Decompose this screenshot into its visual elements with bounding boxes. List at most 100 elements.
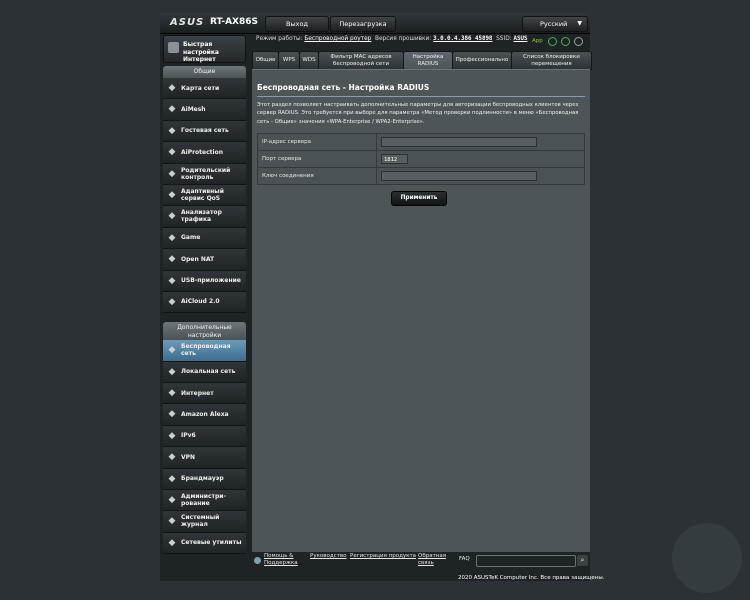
reboot-button[interactable]: Перезагрузка xyxy=(330,16,396,32)
tab[interactable]: WPS xyxy=(278,51,300,70)
qos-icon: ◆ xyxy=(168,189,176,200)
top-bar: ASUS RT-AX86S Выход Перезагрузка Русский… xyxy=(160,13,590,34)
network-map-icon: ◆ xyxy=(168,83,176,93)
general-title: Общие xyxy=(163,66,246,78)
sidebar-item[interactable]: ◆ Интернет xyxy=(163,383,246,405)
mode-link[interactable]: Беспроводной роутер xyxy=(304,36,371,42)
feedback-link[interactable]: Обратная связь xyxy=(418,553,450,567)
advanced-title: Дополнительные настройки xyxy=(163,322,246,341)
tools-icon: ◆ xyxy=(168,537,176,548)
firmware-link[interactable]: 3.0.0.4.386_45898 xyxy=(433,36,492,42)
tab[interactable]: Общие xyxy=(252,51,279,70)
router-admin-window: ASUS RT-AX86S Выход Перезагрузка Русский… xyxy=(160,13,592,581)
sidebar-item[interactable]: ◆ Анализатор трафика xyxy=(163,206,246,228)
ssid-link[interactable]: ASUS xyxy=(513,36,527,42)
copyright-text: 2020 ASUSTeK Computer Inc. Все права защ… xyxy=(458,575,605,581)
sidebar-item[interactable]: ◆ USB-приложение xyxy=(163,270,246,292)
form-row-server-port: Порт сервера 1812 xyxy=(257,150,585,168)
title-divider xyxy=(257,96,585,97)
gamepad-icon: ◆ xyxy=(168,232,176,243)
sidebar-item[interactable]: ◆ Гостевая сеть xyxy=(163,120,246,143)
sidebar-item-label: Гостевая сеть xyxy=(181,127,229,135)
tab[interactable]: Настройка RADIUS xyxy=(403,51,453,70)
sidebar-item-label: IPv6 xyxy=(181,432,196,440)
shield-icon: ◆ xyxy=(168,147,176,158)
form-row-server-ip: IP-адрес сервера xyxy=(257,133,585,151)
sidebar-item[interactable]: ◆ AiCloud 2.0 xyxy=(163,291,246,314)
radius-form: IP-адрес сервера Порт сервера 1812 Ключ … xyxy=(257,133,585,185)
sidebar-item[interactable]: ◆ Game xyxy=(163,227,246,250)
faq-label: FAQ xyxy=(459,556,470,562)
server-port-input[interactable]: 1812 xyxy=(381,154,408,164)
sidebar-item[interactable]: ◆ Локальная сеть xyxy=(163,361,246,384)
sidebar-item-label: Сетевые утилиты xyxy=(181,539,242,547)
model-name: RT-AX86S xyxy=(210,17,258,27)
sidebar-item[interactable]: ◆ Сетевые утилиты xyxy=(163,532,246,555)
apply-button[interactable]: Применить xyxy=(391,191,447,206)
connection-key-label: Ключ соединения xyxy=(257,167,377,185)
usb-icon: ◆ xyxy=(168,275,176,286)
app-link[interactable]: App xyxy=(532,38,543,44)
sidebar-item-label: Родительский контроль xyxy=(181,166,231,181)
server-ip-input[interactable] xyxy=(381,137,537,147)
sidebar-item[interactable]: ◆ Брандмауэр xyxy=(163,468,246,491)
sidebar-item-label: Администри-рование xyxy=(181,493,226,508)
firmware-label: Версия прошивки: xyxy=(375,36,432,42)
server-ip-label: IP-адрес сервера xyxy=(257,133,377,151)
tab[interactable]: Профессионально xyxy=(452,51,512,70)
search-icon[interactable]: ⌕ xyxy=(577,555,588,566)
sidebar-item[interactable]: ◆ Карта сети xyxy=(163,78,246,100)
connection-key-input[interactable] xyxy=(381,171,537,181)
sidebar-item[interactable]: ◆ Адаптивный сервис QoS xyxy=(163,184,246,207)
wifi-status-icon[interactable] xyxy=(561,37,570,46)
alexa-icon: ◆ xyxy=(168,409,176,420)
faq-search-input[interactable] xyxy=(476,555,576,567)
tab[interactable]: WDS xyxy=(299,51,319,70)
ipv6-icon: ◆ xyxy=(168,430,176,441)
usb-status-icon[interactable] xyxy=(574,37,583,46)
sidebar-item[interactable]: ◆ IPv6 xyxy=(163,425,246,448)
quick-setup-button[interactable]: Быстрая настройка Интернет xyxy=(163,35,246,63)
admin-icon: ◆ xyxy=(168,495,176,506)
sidebar-item[interactable]: ◆ Amazon Alexa xyxy=(163,404,246,426)
sidebar-item-label: Интернет xyxy=(181,389,214,397)
sidebar-item-label: Локальная сеть xyxy=(181,368,236,376)
sidebar-item-label: Карта сети xyxy=(181,84,220,92)
asus-logo: ASUS xyxy=(170,17,205,28)
sidebar-item-label: USB-приложение xyxy=(181,277,241,285)
traffic-analyzer-icon: ◆ xyxy=(168,211,176,222)
help-icon xyxy=(254,557,261,564)
sidebar-item[interactable]: ◆ Беспроводная сеть xyxy=(163,340,246,362)
quick-setup-label: Быстрая настройка Интернет xyxy=(183,41,219,63)
sidebar-item-label: Адаптивный сервис QoS xyxy=(181,187,224,202)
sidebar: Быстрая настройка Интернет Общие ◆ Карта … xyxy=(163,35,246,563)
sidebar-item[interactable]: ◆ Open NAT xyxy=(163,249,246,271)
sidebar-item-label: AiCloud 2.0 xyxy=(181,298,220,306)
help-support-link[interactable]: Помощь & Поддержка xyxy=(264,553,302,567)
manual-link[interactable]: Руководство xyxy=(310,553,347,559)
sidebar-item[interactable]: ◆ Родительский контроль xyxy=(163,163,246,185)
sidebar-item-label: Беспроводная сеть xyxy=(181,343,231,358)
tab-bar: Общие WPS WDS Фильтр MAC адресов беспроводн… xyxy=(252,51,592,70)
internet-status-icon[interactable] xyxy=(548,37,557,46)
vpn-icon: ◆ xyxy=(168,452,176,463)
sidebar-item-label: Анализатор трафика xyxy=(181,209,222,224)
sidebar-item[interactable]: ◆ AiProtection xyxy=(163,142,246,164)
lan-icon: ◆ xyxy=(168,366,176,377)
sidebar-item[interactable]: ◆ Системный журнал xyxy=(163,511,246,533)
sidebar-item[interactable]: ◆ AiMesh xyxy=(163,99,246,121)
tab[interactable]: Фильтр MAC адресов беспроводной сети xyxy=(318,51,404,70)
product-registration-link[interactable]: Регистрация продукта xyxy=(350,553,416,559)
tab[interactable]: Список блокировки перемещения xyxy=(511,51,592,70)
form-row-connection-key: Ключ соединения xyxy=(257,167,585,185)
sidebar-item-label: AiProtection xyxy=(181,148,223,156)
sidebar-item-label: Game xyxy=(181,234,201,242)
logout-button[interactable]: Выход xyxy=(265,16,329,32)
sidebar-item[interactable]: ◆ Администри-рование xyxy=(163,490,246,512)
language-select[interactable]: Русский ▼ xyxy=(522,16,588,32)
sidebar-item[interactable]: ◆ VPN xyxy=(163,447,246,469)
ssid-label: SSID: xyxy=(496,36,512,42)
language-label: Русский xyxy=(540,20,568,28)
advanced-group: Дополнительные настройки ◆ Беспроводная с… xyxy=(163,322,246,555)
wireless-icon: ◆ xyxy=(168,345,176,356)
